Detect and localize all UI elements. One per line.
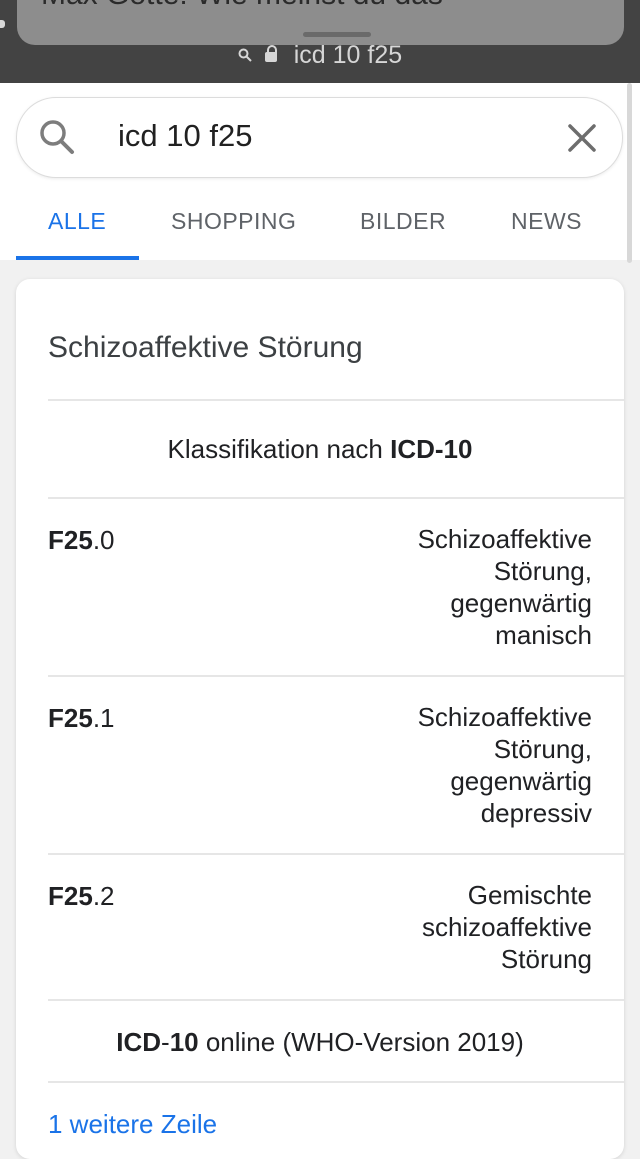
description-line: Störung,: [493, 556, 592, 586]
code-suffix: .0: [92, 525, 115, 555]
icd-description: Gemischte schizoaffektive Störung: [332, 879, 592, 975]
divider: [48, 497, 624, 499]
description-line: gegenwärtig: [450, 766, 592, 796]
url-text: icd 10 f25: [293, 40, 403, 69]
code-suffix: .1: [92, 703, 115, 733]
description-line: depressiv: [480, 798, 592, 828]
icd-code: F25.0: [48, 525, 115, 556]
footer-bold: ICD: [116, 1027, 162, 1057]
icd-description: Schizoaffektive Störung, gegenwärtig man…: [332, 523, 592, 651]
code-suffix: .2: [92, 881, 115, 911]
icd-code: F25.2: [48, 881, 115, 912]
footer-bold2: 10: [169, 1027, 199, 1057]
search-header: icd 10 f25 ALLE SHOPPING BILDER NEWS: [0, 83, 640, 260]
notification-handle[interactable]: [303, 32, 371, 37]
search-icon: [238, 48, 252, 63]
description-line: Schizoaffektive: [417, 702, 592, 732]
search-tabs: ALLE SHOPPING BILDER NEWS: [0, 190, 640, 260]
code-bold: F25: [48, 525, 93, 555]
divider: [48, 853, 624, 855]
scrollbar[interactable]: [627, 83, 632, 263]
description-line: schizoaffektive: [421, 912, 592, 942]
divider: [48, 1081, 624, 1083]
search-query[interactable]: icd 10 f25: [118, 118, 252, 154]
classification-caption: Klassifikation nach ICD-10: [48, 434, 592, 465]
tab-news[interactable]: NEWS: [511, 208, 582, 235]
divider: [48, 399, 624, 401]
divider: [48, 675, 624, 677]
icd-online-reference[interactable]: ICD-10 online (WHO-Version 2019): [48, 1027, 592, 1058]
search-input[interactable]: icd 10 f25: [16, 97, 623, 178]
description-line: Schizoaffektive: [417, 524, 592, 554]
description-line: Störung: [500, 944, 592, 974]
status-indicator: [0, 20, 5, 28]
notification-text: Max Gotte: Wie meinst du das: [41, 0, 443, 12]
address-bar[interactable]: icd 10 f25: [0, 40, 640, 70]
description-line: Gemischte: [467, 880, 592, 910]
description-line: gegenwärtig: [450, 588, 592, 618]
card-title: Schizoaffektive Störung: [48, 331, 363, 364]
browser-topbar: Max Gotte: Wie meinst du das icd 10 f25: [0, 0, 640, 83]
knowledge-card: Schizoaffektive Störung Klassifikation n…: [16, 279, 624, 1159]
active-tab-indicator: [16, 256, 139, 260]
caption-bold: ICD-10: [390, 434, 473, 464]
close-icon[interactable]: [564, 120, 600, 156]
tab-shopping[interactable]: SHOPPING: [171, 208, 296, 235]
code-bold: F25: [48, 703, 93, 733]
code-bold: F25: [48, 881, 93, 911]
caption-prefix: Klassifikation nach: [167, 434, 391, 464]
tab-alle[interactable]: ALLE: [48, 208, 106, 235]
footer-rest: online (WHO-Version 2019): [198, 1027, 524, 1057]
icd-code: F25.1: [48, 703, 115, 734]
icd-description: Schizoaffektive Störung, gegenwärtig dep…: [332, 701, 592, 829]
footer-dash: -: [161, 1027, 170, 1057]
description-line: manisch: [495, 620, 592, 650]
notification-banner[interactable]: Max Gotte: Wie meinst du das: [17, 0, 624, 45]
divider: [48, 999, 624, 1001]
description-line: Störung,: [493, 734, 592, 764]
lock-icon: [264, 45, 277, 63]
tab-bilder[interactable]: BILDER: [360, 208, 446, 235]
search-icon[interactable]: [37, 117, 77, 157]
more-rows-link[interactable]: 1 weitere Zeile: [48, 1109, 217, 1140]
